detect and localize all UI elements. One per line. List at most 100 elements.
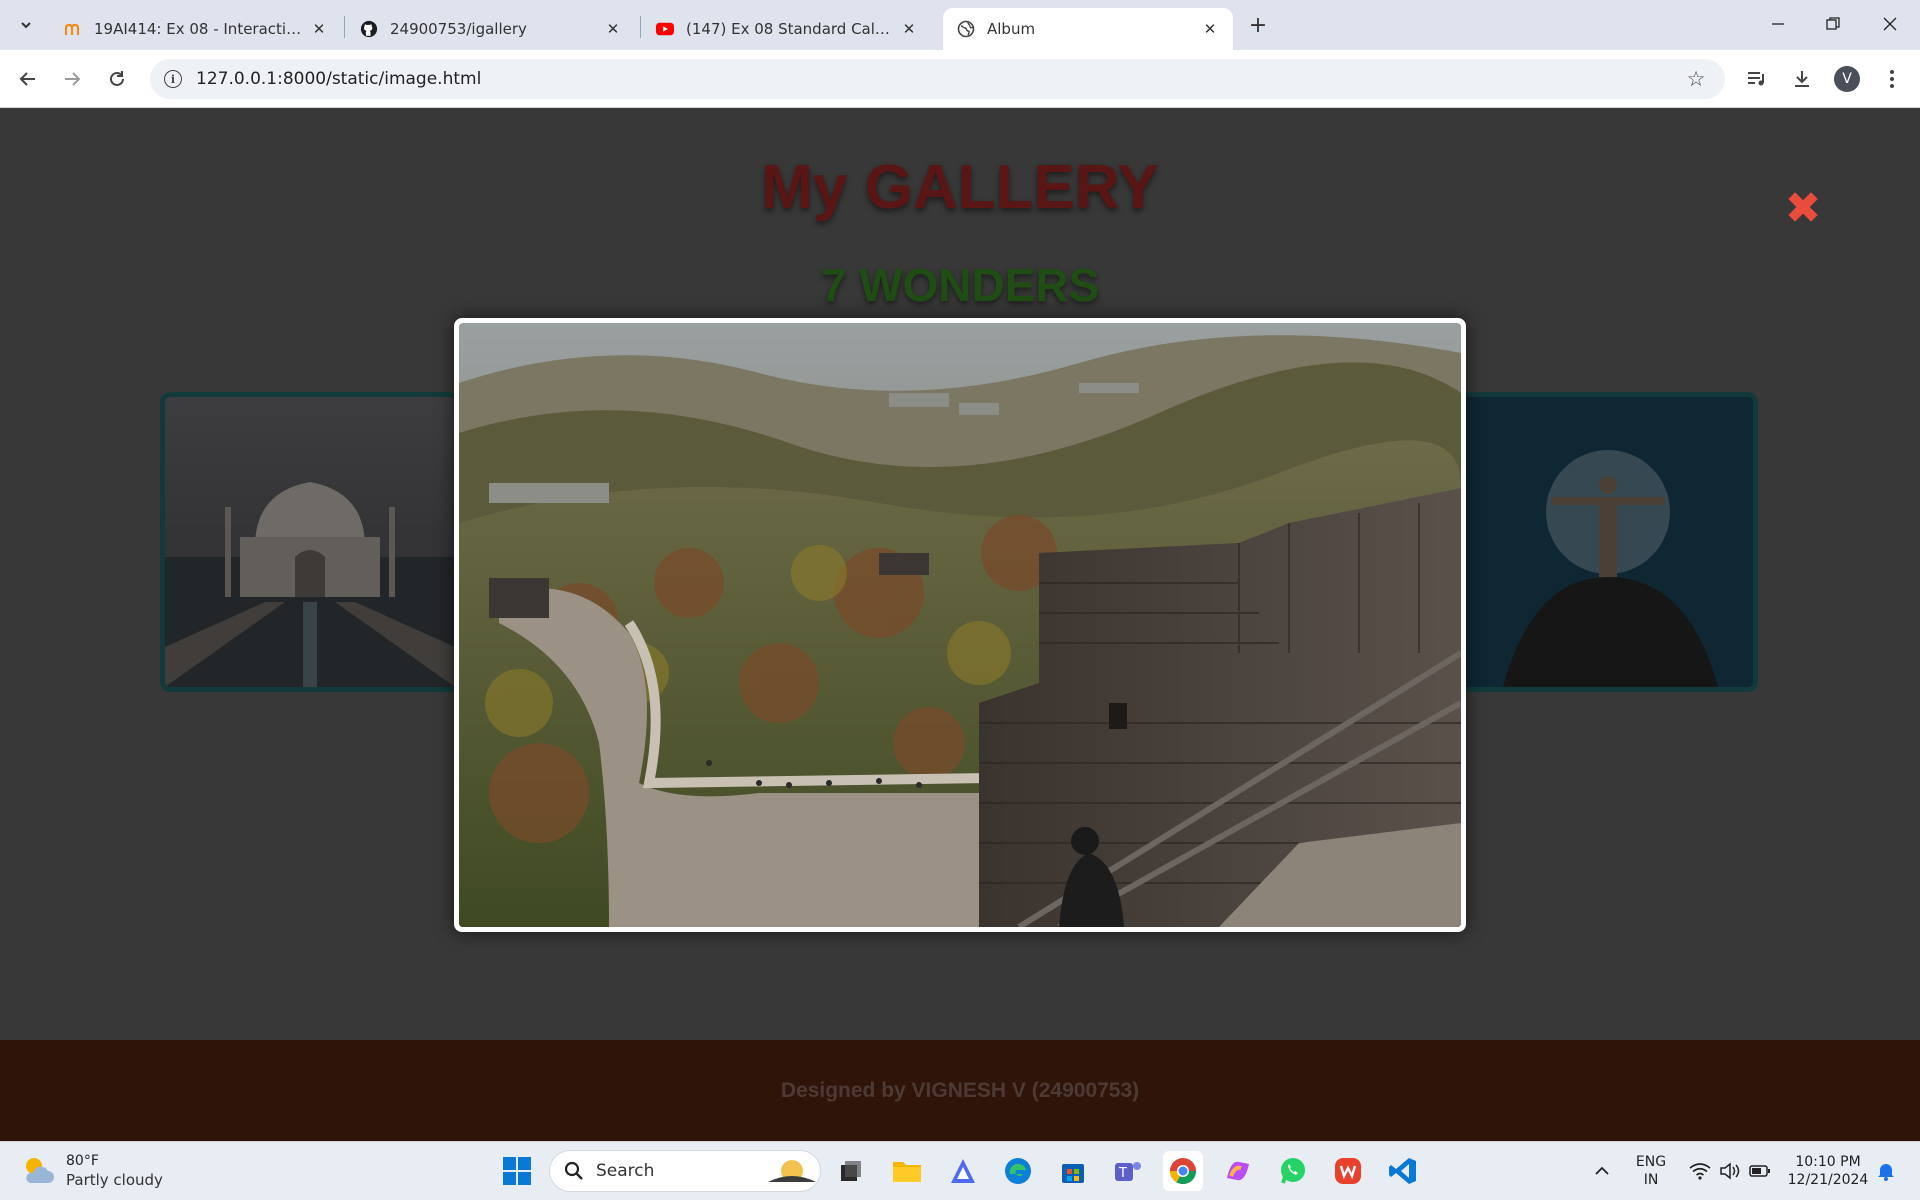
clock-date: 12/21/2024: [1787, 1172, 1869, 1188]
battery-icon: [1749, 1165, 1770, 1177]
reload-icon: [110, 71, 124, 86]
browser-menu-button[interactable]: [1876, 63, 1908, 95]
vector-app-icon: [951, 1159, 975, 1183]
site-info-icon[interactable]: i: [164, 70, 182, 88]
gallery-page: My GALLERY 7 WONDERS Designed by VIGNESH…: [0, 108, 1920, 1141]
url-text[interactable]: 127.0.0.1:8000/static/image.html: [196, 69, 1681, 89]
globe-icon: [957, 20, 975, 38]
tab-album[interactable]: Album ✕: [943, 8, 1233, 50]
partly-cloudy-icon: [26, 1158, 54, 1183]
media-controls-button[interactable]: [1741, 63, 1773, 95]
tab-separator: [640, 16, 641, 38]
new-tab-button[interactable]: +: [1243, 10, 1273, 40]
search-label: Search: [596, 1161, 655, 1181]
region-code: IN: [1643, 1172, 1659, 1188]
wps-office-icon: [1335, 1158, 1361, 1184]
vscode-icon: [1389, 1158, 1416, 1184]
close-window-button[interactable]: [1870, 6, 1910, 42]
file-explorer-button[interactable]: [887, 1151, 927, 1191]
windows-logo-icon: [503, 1157, 531, 1185]
app-button[interactable]: [943, 1151, 983, 1191]
forward-button[interactable]: [56, 63, 88, 95]
tab-search-button[interactable]: [12, 11, 40, 39]
edge-icon: [1005, 1158, 1031, 1184]
chevron-down-icon: [21, 22, 31, 29]
tab-title: (147) Ex 08 Standard Calculator: [686, 20, 892, 38]
taskbar-search[interactable]: Search: [549, 1150, 821, 1192]
restore-button[interactable]: [1813, 6, 1853, 42]
clock[interactable]: 10:10 PM 12/21/2024: [1783, 1153, 1873, 1189]
gallery-thumbnail[interactable]: [1458, 392, 1758, 692]
volume-icon: [1720, 1162, 1740, 1180]
arrow-left-icon: [19, 72, 35, 86]
search-highlight-icon: [768, 1160, 816, 1182]
reload-button[interactable]: [101, 63, 133, 95]
profile-avatar[interactable]: V: [1834, 66, 1860, 92]
browser-toolbar: i 127.0.0.1:8000/static/image.html ☆: [0, 50, 1920, 108]
start-button[interactable]: [497, 1151, 537, 1191]
github-icon: [360, 20, 378, 38]
tab-separator: [344, 16, 345, 38]
clock-time: 10:10 PM: [1795, 1154, 1861, 1170]
gallery-thumbnail[interactable]: [160, 392, 460, 692]
page-title: My GALLERY: [761, 153, 1159, 222]
lightbox-close-icon[interactable]: ✖: [1785, 183, 1822, 234]
close-icon: [1883, 17, 1897, 31]
notifications-button[interactable]: [1868, 1151, 1904, 1191]
tab-youtube[interactable]: (147) Ex 08 Standard Calculator ✕: [642, 8, 932, 50]
chevron-up-icon: [1595, 1166, 1609, 1175]
downloads-button[interactable]: [1786, 63, 1818, 95]
tab-close-icon[interactable]: ✕: [310, 20, 328, 38]
footer-credit: Designed by VIGNESH V (24900753): [780, 1078, 1140, 1102]
bookmark-star-icon[interactable]: ☆: [1681, 67, 1711, 91]
language-code: ENG: [1635, 1154, 1667, 1170]
back-button[interactable]: [12, 63, 44, 95]
store-icon: [1062, 1164, 1084, 1183]
whatsapp-button[interactable]: [1273, 1151, 1313, 1191]
taj-mahal-image: [165, 397, 455, 687]
store-button[interactable]: [1053, 1151, 1093, 1191]
address-bar[interactable]: i 127.0.0.1:8000/static/image.html ☆: [150, 59, 1725, 99]
arrow-right-icon: [65, 72, 81, 86]
tab-github[interactable]: 24900753/igallery ✕: [346, 8, 636, 50]
moodle-icon: [64, 20, 82, 38]
weather-desc: Partly cloudy: [66, 1171, 163, 1189]
christ-redeemer-image: [1463, 397, 1753, 687]
task-view-button[interactable]: [831, 1151, 871, 1191]
youtube-icon: [656, 20, 674, 38]
tab-close-icon[interactable]: ✕: [1201, 20, 1219, 38]
tab-moodle[interactable]: 19AI414: Ex 08 - Interactive Ima ✕: [50, 8, 342, 50]
lightbox-modal: [454, 318, 1466, 932]
tab-close-icon[interactable]: ✕: [900, 20, 918, 38]
vscode-button[interactable]: [1383, 1151, 1423, 1191]
windows-taskbar: 80°F Partly cloudy Search T ENG IN 10:10…: [0, 1141, 1920, 1200]
tab-title: Album: [987, 20, 1036, 38]
weather-widget[interactable]: 80°F Partly cloudy: [20, 1152, 163, 1190]
quick-settings-button[interactable]: [1680, 1151, 1780, 1191]
teams-icon: T: [1115, 1162, 1141, 1181]
playlist-icon: [1748, 72, 1764, 86]
page-subtitle: 7 WONDERS: [820, 259, 1100, 311]
wps-office-button[interactable]: [1328, 1151, 1368, 1191]
restore-icon: [1826, 17, 1840, 30]
tab-title: 19AI414: Ex 08 - Interactive Ima: [94, 20, 302, 38]
minimize-button[interactable]: [1758, 6, 1798, 42]
teams-button[interactable]: T: [1108, 1151, 1148, 1191]
great-wall-image: [459, 323, 1461, 927]
tab-title: 24900753/igallery: [390, 20, 527, 38]
chrome-button[interactable]: [1163, 1151, 1203, 1191]
whatsapp-icon: [1281, 1158, 1305, 1184]
copilot-button[interactable]: [1218, 1151, 1258, 1191]
svg-text:T: T: [1118, 1166, 1127, 1181]
language-indicator[interactable]: ENG IN: [1630, 1153, 1672, 1189]
tray-overflow-button[interactable]: [1582, 1151, 1622, 1191]
search-icon: [564, 1161, 583, 1180]
download-icon: [1795, 71, 1809, 87]
wifi-icon: [1689, 1163, 1711, 1180]
kebab-menu-icon: [1890, 70, 1894, 88]
tab-close-icon[interactable]: ✕: [604, 20, 622, 38]
edge-button[interactable]: [998, 1151, 1038, 1191]
minimize-icon: [1772, 23, 1784, 25]
chrome-icon: [1169, 1158, 1197, 1185]
plus-icon: +: [1248, 12, 1268, 38]
